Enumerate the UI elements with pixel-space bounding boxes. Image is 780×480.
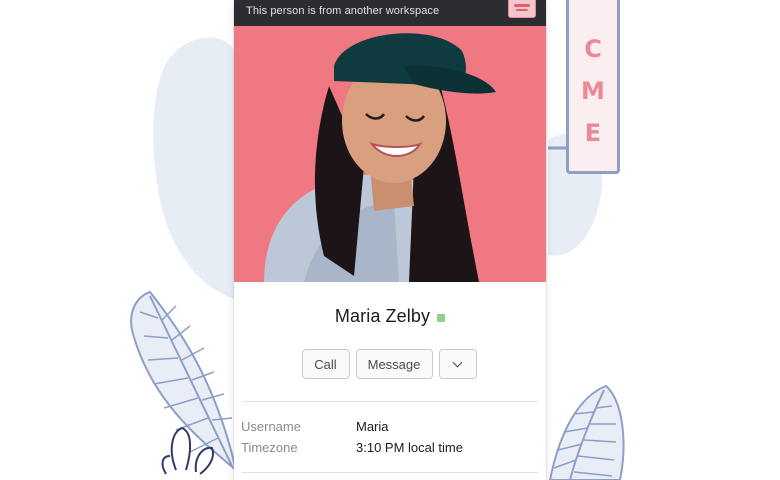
- detail-label: Username: [241, 419, 301, 434]
- leaf-right-icon: [548, 384, 625, 480]
- acme-sign-letter: C: [584, 35, 602, 63]
- profile-card: This person is from another workspace Ma…: [234, 0, 546, 480]
- divider: [242, 472, 538, 473]
- acme-sign: C M E: [566, 0, 620, 174]
- profile-photo-illustration: [234, 26, 546, 282]
- profile-details: Username Maria Timezone 3:10 PM local ti…: [234, 402, 546, 458]
- leaf-left-icon: [130, 290, 238, 473]
- acme-sign-letter: E: [584, 119, 602, 147]
- profile-name-row: Maria Zelby: [234, 304, 546, 328]
- watercolor-blob-left: [153, 37, 238, 300]
- detail-label: Timezone: [241, 440, 298, 455]
- profile-actions: Call Message: [234, 349, 546, 379]
- call-button[interactable]: Call: [301, 349, 350, 379]
- detail-value: Maria: [356, 419, 389, 434]
- external-workspace-notice: This person is from another workspace: [246, 5, 440, 17]
- acme-workspace-icon: [508, 0, 536, 18]
- message-button[interactable]: Message: [355, 349, 433, 379]
- detail-row-timezone: Timezone 3:10 PM local time: [241, 437, 539, 458]
- detail-row-username: Username Maria: [241, 416, 539, 437]
- acme-sign-letter: M: [581, 77, 605, 105]
- presence-active-icon: [437, 313, 446, 322]
- chevron-down-icon: [452, 357, 463, 367]
- profile-name: Maria Zelby: [334, 305, 431, 326]
- profile-photo[interactable]: [234, 26, 546, 282]
- external-workspace-banner: This person is from another workspace: [234, 0, 546, 26]
- more-actions-button[interactable]: [438, 349, 477, 379]
- detail-value: 3:10 PM local time: [356, 440, 463, 455]
